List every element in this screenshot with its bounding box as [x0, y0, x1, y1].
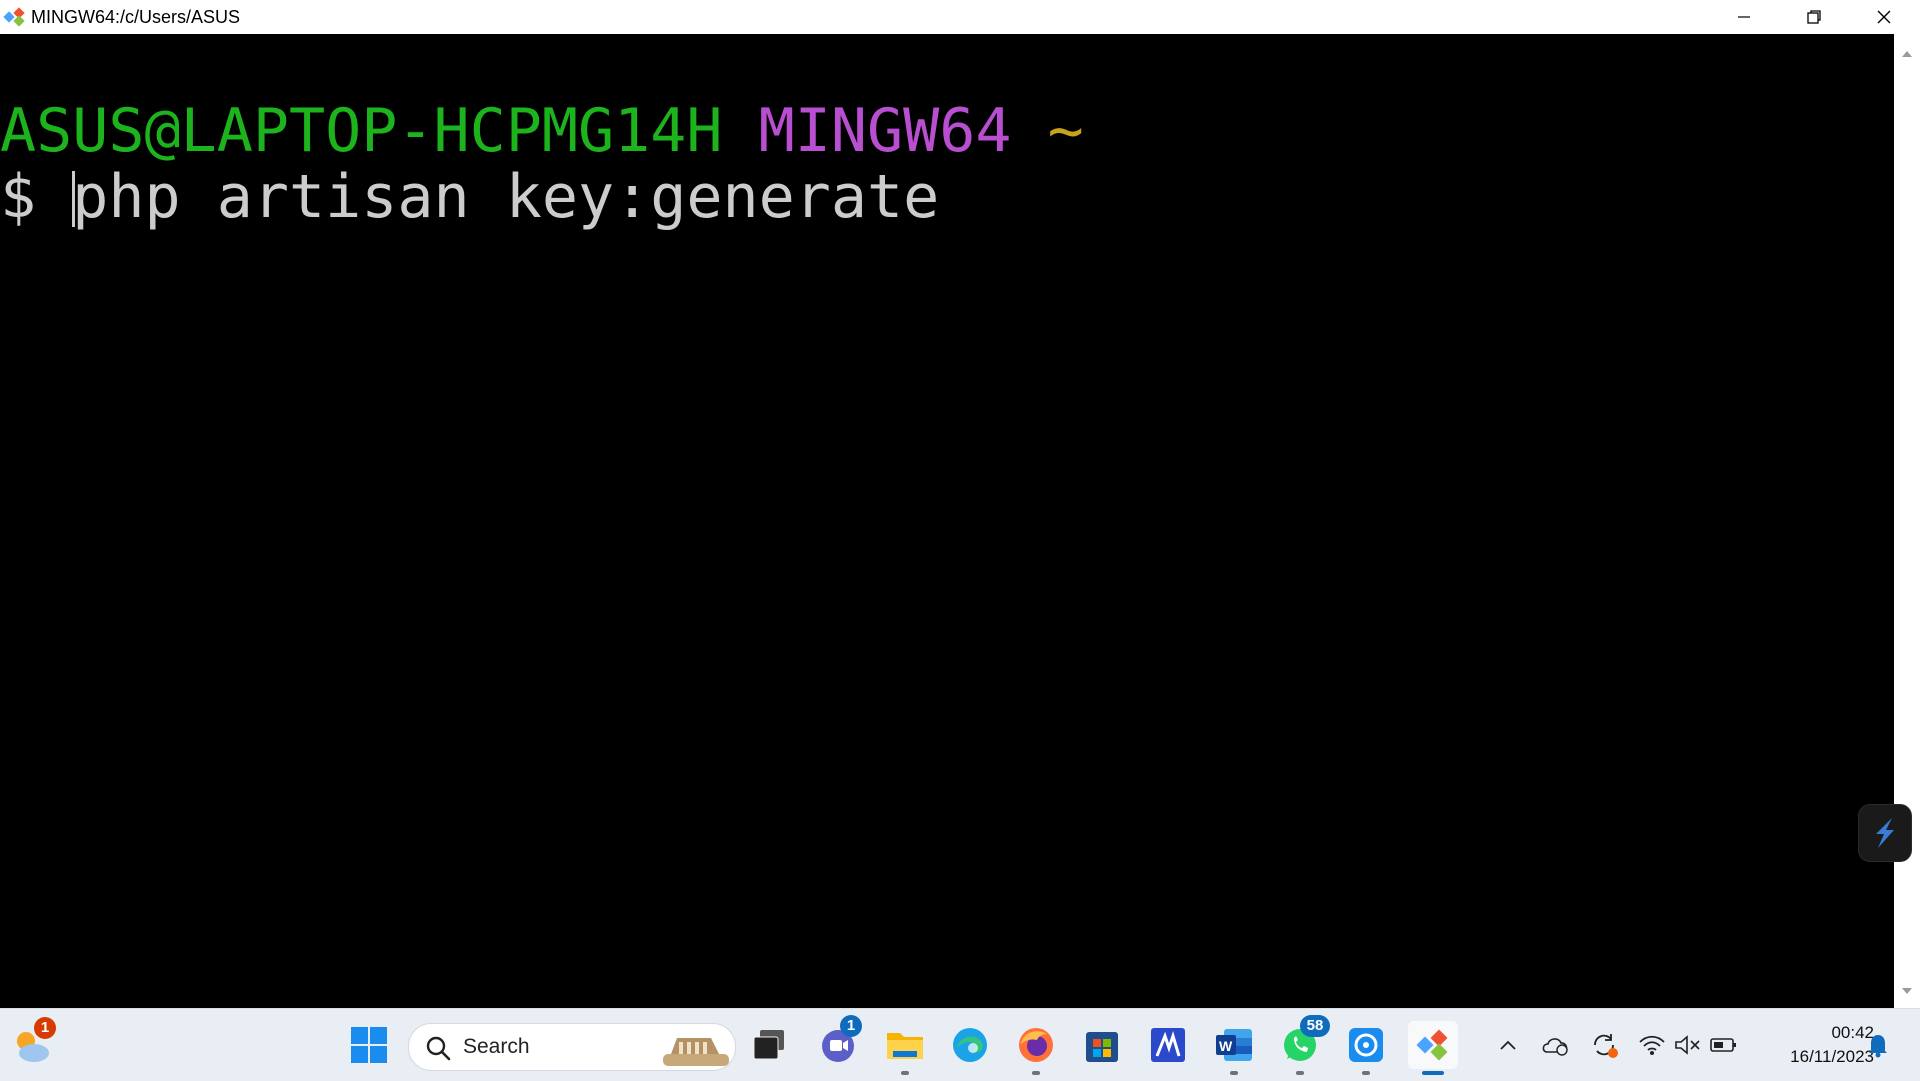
- prompt-user-host: ASUS@LAPTOP-HCPMG14H: [0, 96, 723, 166]
- firefox-button[interactable]: [1012, 1021, 1060, 1069]
- bolt-icon: [1876, 818, 1894, 848]
- m-app-icon: [1151, 1028, 1185, 1062]
- m-app-button[interactable]: [1144, 1021, 1192, 1069]
- scroll-up-arrow-icon[interactable]: [1901, 44, 1913, 63]
- running-indicator: [1230, 1071, 1238, 1075]
- teams-chat-button[interactable]: 1: [814, 1015, 862, 1069]
- sync-warning-icon: [1594, 1034, 1618, 1058]
- word-icon: W: [1216, 1029, 1252, 1061]
- edge-icon: [953, 1028, 987, 1062]
- search-highlight-illustration-icon: [663, 1038, 729, 1066]
- restore-button[interactable]: [1779, 0, 1849, 34]
- taskbar: 1 Search 1 W 58 00:42 16/11/2023: [0, 1008, 1920, 1081]
- git-bash-icon: [1416, 1029, 1448, 1061]
- bell-icon: [1869, 1035, 1887, 1058]
- title-bar: MINGW64:/c/Users/ASUS: [0, 0, 1920, 34]
- onedrive-button[interactable]: [1534, 1021, 1578, 1069]
- minimize-button[interactable]: [1709, 0, 1779, 34]
- prompt-symbol: $: [0, 162, 37, 232]
- windows-logo-icon: [351, 1027, 387, 1063]
- edge-browser-button[interactable]: [946, 1021, 994, 1069]
- microsoft-store-button[interactable]: [1078, 1021, 1126, 1069]
- running-indicator: [1296, 1071, 1304, 1075]
- command-text: php artisan key:generate: [72, 162, 940, 232]
- volume-muted-icon: [1675, 1035, 1700, 1055]
- whatsapp-button[interactable]: 58: [1276, 1015, 1330, 1069]
- store-icon: [1086, 1032, 1118, 1062]
- battery-button[interactable]: [1702, 1021, 1746, 1069]
- running-indicator: [1362, 1071, 1370, 1075]
- start-button[interactable]: [345, 1021, 393, 1069]
- active-indicator: [1422, 1071, 1444, 1075]
- folder-icon: [887, 1033, 923, 1059]
- sync-button[interactable]: [1582, 1021, 1626, 1069]
- battery-icon: [1710, 1038, 1736, 1052]
- wifi-icon: [1639, 1035, 1665, 1055]
- floating-app-widget[interactable]: [1858, 804, 1912, 862]
- firefox-icon: [1019, 1028, 1053, 1062]
- app-circle-icon: [1349, 1028, 1383, 1062]
- prompt-path: ~: [1047, 96, 1084, 166]
- running-indicator: [1032, 1071, 1040, 1075]
- weather-widget[interactable]: 1: [8, 1017, 56, 1069]
- window-title: MINGW64:/c/Users/ASUS: [31, 7, 241, 27]
- chevron-up-icon: [1500, 1040, 1516, 1050]
- search-icon: [426, 1036, 451, 1061]
- running-indicator: [901, 1071, 909, 1075]
- scroll-down-arrow-icon[interactable]: [1901, 981, 1913, 1000]
- command-line[interactable]: $ php artisan key:generate: [0, 164, 939, 230]
- file-explorer-button[interactable]: [881, 1021, 929, 1069]
- teams-badge: 1: [840, 1015, 862, 1037]
- notification-button[interactable]: [1856, 1021, 1900, 1069]
- prompt-line: ASUS@LAPTOP-HCPMG14H MINGW64 ~: [0, 98, 1084, 164]
- task-view-icon: [753, 1030, 784, 1060]
- app-button[interactable]: [1342, 1021, 1390, 1069]
- cloud-sync-icon: [1542, 1038, 1568, 1056]
- word-button[interactable]: W: [1210, 1021, 1258, 1069]
- git-bash-taskbar-button[interactable]: [1408, 1021, 1458, 1069]
- task-view-button[interactable]: [745, 1021, 793, 1069]
- close-button[interactable]: [1849, 0, 1919, 34]
- weather-badge: 1: [34, 1017, 56, 1039]
- show-hidden-icons-button[interactable]: [1486, 1021, 1530, 1069]
- whatsapp-badge: 58: [1300, 1015, 1330, 1037]
- terminal-area[interactable]: ASUS@LAPTOP-HCPMG14H MINGW64 ~ $ php art…: [0, 34, 1894, 1008]
- svg-text:W: W: [1219, 1038, 1233, 1054]
- prompt-system: MINGW64: [758, 96, 1012, 166]
- git-bash-icon: [3, 6, 27, 28]
- search-input[interactable]: Search: [408, 1023, 736, 1071]
- search-placeholder: Search: [463, 1035, 530, 1058]
